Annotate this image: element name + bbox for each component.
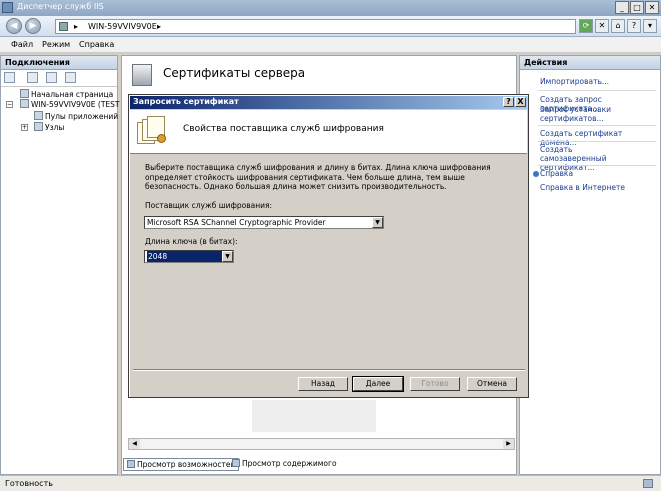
help-icon (533, 171, 539, 177)
finish-button[interactable]: Готово (410, 377, 460, 391)
window-titlebar: Диспетчер служб IIS _ □ ✕ (0, 0, 661, 16)
tree-item-sites[interactable]: Узлы (34, 122, 64, 132)
action-help[interactable]: Справка (540, 169, 660, 178)
key-length-label: Длина ключа (в битах): (145, 237, 238, 246)
request-certificate-dialog: Запросить сертификат ? X Свойства постав… (128, 94, 529, 398)
provider-select[interactable]: Microsoft RSA SChannel Cryptographic Pro… (144, 216, 384, 229)
window-title: Диспетчер служб IIS (17, 2, 104, 11)
connect-icon[interactable] (4, 72, 15, 83)
scroll-right-icon[interactable]: ▶ (503, 439, 514, 449)
window-controls: _ □ ✕ (615, 1, 659, 14)
menu-bar: Файл Режим Справка (0, 37, 661, 53)
address-tools: ⟳ ✕ ⌂ ? ▾ (579, 19, 657, 33)
tree-label: Узлы (45, 123, 65, 132)
dialog-close-button[interactable]: X (515, 97, 526, 107)
tree-label: WIN-59VVIV9V0E (TEST (31, 100, 120, 109)
disconnect-icon[interactable] (65, 72, 76, 83)
dialog-help-button[interactable]: ? (503, 97, 514, 107)
features-view-icon (127, 460, 135, 468)
dialog-title-buttons: ? X (503, 97, 526, 107)
tree-item-app-pools[interactable]: Пулы приложений (34, 111, 118, 121)
horizontal-scrollbar[interactable]: ◀ ▶ (128, 438, 515, 450)
minimize-button[interactable]: _ (615, 1, 629, 14)
forward-button[interactable]: ▶ (25, 18, 41, 34)
dropdown-icon[interactable]: ▾ (643, 19, 657, 33)
up-icon[interactable] (46, 72, 57, 83)
server-icon (59, 22, 68, 31)
action-divider (538, 165, 656, 166)
action-online-help[interactable]: Справка в Интернете (540, 183, 660, 192)
help-icon[interactable]: ? (627, 19, 641, 33)
chevron-down-icon[interactable]: ▼ (222, 251, 233, 262)
breadcrumb-server[interactable]: WIN-59VVIV9V0E (88, 20, 157, 33)
close-button[interactable]: ✕ (645, 1, 659, 14)
dialog-title: Запросить сертификат (133, 97, 239, 106)
tree-expand-icon[interactable]: + (21, 124, 28, 131)
status-text: Готовность (5, 479, 53, 488)
start-page-icon (20, 89, 29, 98)
stop-icon[interactable]: ✕ (595, 19, 609, 33)
dialog-body: Выберите поставщика служб шифрования и д… (145, 163, 505, 192)
menu-help[interactable]: Справка (79, 40, 114, 49)
tab-label: Просмотр содержимого (242, 459, 337, 468)
view-tabs: Просмотр возможностей Просмотр содержимо… (121, 457, 517, 472)
breadcrumb-arrow-icon[interactable]: ▸ (157, 20, 161, 33)
tree-label: Пулы приложений (45, 112, 119, 121)
page-title: Сертификаты сервера (163, 66, 306, 80)
action-divider (538, 90, 656, 91)
dialog-header-title: Свойства поставщика служб шифрования (183, 124, 384, 134)
dialog-header: Свойства поставщика служб шифрования (130, 110, 527, 154)
tab-label: Просмотр возможностей (137, 460, 236, 469)
save-icon[interactable] (27, 72, 38, 83)
chevron-down-icon[interactable]: ▼ (372, 217, 383, 228)
certificate-icon (137, 116, 171, 148)
provider-value: Microsoft RSA SChannel Cryptographic Pro… (147, 218, 326, 227)
connections-header: Подключения (1, 56, 117, 70)
tab-content-view[interactable]: Просмотр содержимого (229, 458, 340, 471)
action-create-self-signed[interactable]: Создать самозаверенный сертификат... (540, 145, 640, 172)
menu-view[interactable]: Режим (42, 40, 70, 49)
tree-collapse-icon[interactable]: − (6, 101, 13, 108)
key-length-select[interactable]: 2048 ▼ (144, 250, 234, 263)
connections-toolbar (1, 70, 117, 87)
action-import[interactable]: Импортировать... (540, 77, 660, 86)
list-area (252, 400, 376, 432)
network-icon (643, 479, 653, 488)
maximize-button[interactable]: □ (630, 1, 644, 14)
iis-app-icon (2, 2, 13, 13)
address-bar: ◀ ▶ ▸ WIN-59VVIV9V0E ▸ ⟳ ✕ ⌂ ? ▾ (0, 16, 661, 37)
app-pools-icon (34, 111, 43, 120)
tab-features-view[interactable]: Просмотр возможностей (123, 458, 240, 471)
menu-file[interactable]: Файл (11, 40, 33, 49)
breadcrumb-arrow-icon[interactable]: ▸ (74, 20, 78, 33)
dialog-titlebar: Запросить сертификат ? X (130, 96, 527, 109)
back-button[interactable]: ◀ (6, 18, 22, 34)
action-complete-request[interactable]: Запрос установки сертификатов... (540, 105, 630, 123)
tree-label: Начальная страница (31, 90, 114, 99)
server-node-icon (20, 99, 29, 108)
next-button[interactable]: Далее (352, 376, 404, 392)
action-divider (538, 141, 656, 142)
actions-header: Действия (520, 56, 660, 70)
scroll-left-icon[interactable]: ◀ (129, 439, 140, 449)
action-divider (538, 125, 656, 126)
dialog-divider (133, 369, 525, 371)
connections-panel: Подключения Начальная страница − WIN-59V… (0, 55, 119, 475)
back-button[interactable]: Назад (298, 377, 348, 391)
address-box[interactable]: ▸ WIN-59VVIV9V0E ▸ (55, 19, 576, 34)
refresh-icon[interactable]: ⟳ (579, 19, 593, 33)
sites-icon (34, 122, 43, 131)
cancel-button[interactable]: Отмена (467, 377, 517, 391)
key-length-value: 2048 (147, 251, 222, 262)
content-view-icon (232, 459, 240, 467)
tree-item-start-page[interactable]: Начальная страница (20, 89, 113, 99)
dialog-description: Выберите поставщика служб шифрования и д… (145, 163, 491, 191)
provider-label: Поставщик служб шифрования: (145, 201, 273, 210)
home-icon[interactable]: ⌂ (611, 19, 625, 33)
actions-panel: Действия Импортировать... Создать запрос… (519, 55, 661, 475)
tree-item-server[interactable]: WIN-59VVIV9V0E (TEST (20, 99, 119, 109)
certificates-icon (132, 64, 152, 86)
status-bar: Готовность (0, 475, 661, 491)
